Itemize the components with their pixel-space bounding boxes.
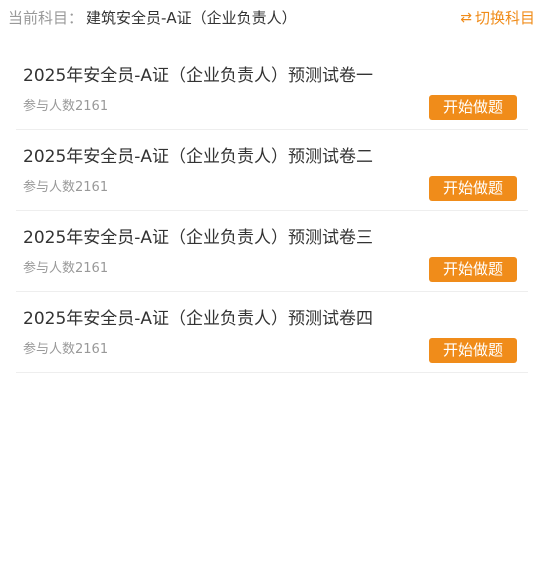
start-exam-button[interactable]: 开始做题 xyxy=(429,95,517,120)
start-exam-button[interactable]: 开始做题 xyxy=(429,176,517,201)
start-exam-button[interactable]: 开始做题 xyxy=(429,338,517,363)
participant-count: 参与人数2161 xyxy=(23,342,109,357)
switch-icon: ⇄ xyxy=(460,10,472,26)
switch-subject-button[interactable]: ⇄ 切换科目 xyxy=(460,7,535,29)
page: 当前科目： 建筑安全员-A证（企业负责人） ⇄ 切换科目 2025年安全员-A证… xyxy=(0,0,547,575)
switch-subject-label: 切换科目 xyxy=(474,9,535,27)
exam-title[interactable]: 2025年安全员-A证（企业负责人）预测试卷四 xyxy=(23,308,373,330)
current-subject: 建筑安全员-A证（企业负责人） xyxy=(86,9,297,27)
subject-bar: 当前科目： 建筑安全员-A证（企业负责人） ⇄ 切换科目 xyxy=(0,0,547,36)
exam-title[interactable]: 2025年安全员-A证（企业负责人）预测试卷一 xyxy=(23,65,373,87)
exam-title[interactable]: 2025年安全员-A证（企业负责人）预测试卷二 xyxy=(23,146,373,168)
participant-count: 参与人数2161 xyxy=(23,180,109,195)
participant-count: 参与人数2161 xyxy=(23,99,109,114)
exam-item: 2025年安全员-A证（企业负责人）预测试卷一 参与人数2161 开始做题 xyxy=(16,49,528,130)
exam-item: 2025年安全员-A证（企业负责人）预测试卷四 参与人数2161 开始做题 xyxy=(16,292,528,373)
start-exam-button[interactable]: 开始做题 xyxy=(429,257,517,282)
exam-item: 2025年安全员-A证（企业负责人）预测试卷二 参与人数2161 开始做题 xyxy=(16,130,528,211)
subject-label: 当前科目： xyxy=(8,9,84,27)
exam-item: 2025年安全员-A证（企业负责人）预测试卷三 参与人数2161 开始做题 xyxy=(16,211,528,292)
exam-title[interactable]: 2025年安全员-A证（企业负责人）预测试卷三 xyxy=(23,227,373,249)
exam-list: 2025年安全员-A证（企业负责人）预测试卷一 参与人数2161 开始做题 20… xyxy=(16,49,528,373)
participant-count: 参与人数2161 xyxy=(23,261,109,276)
